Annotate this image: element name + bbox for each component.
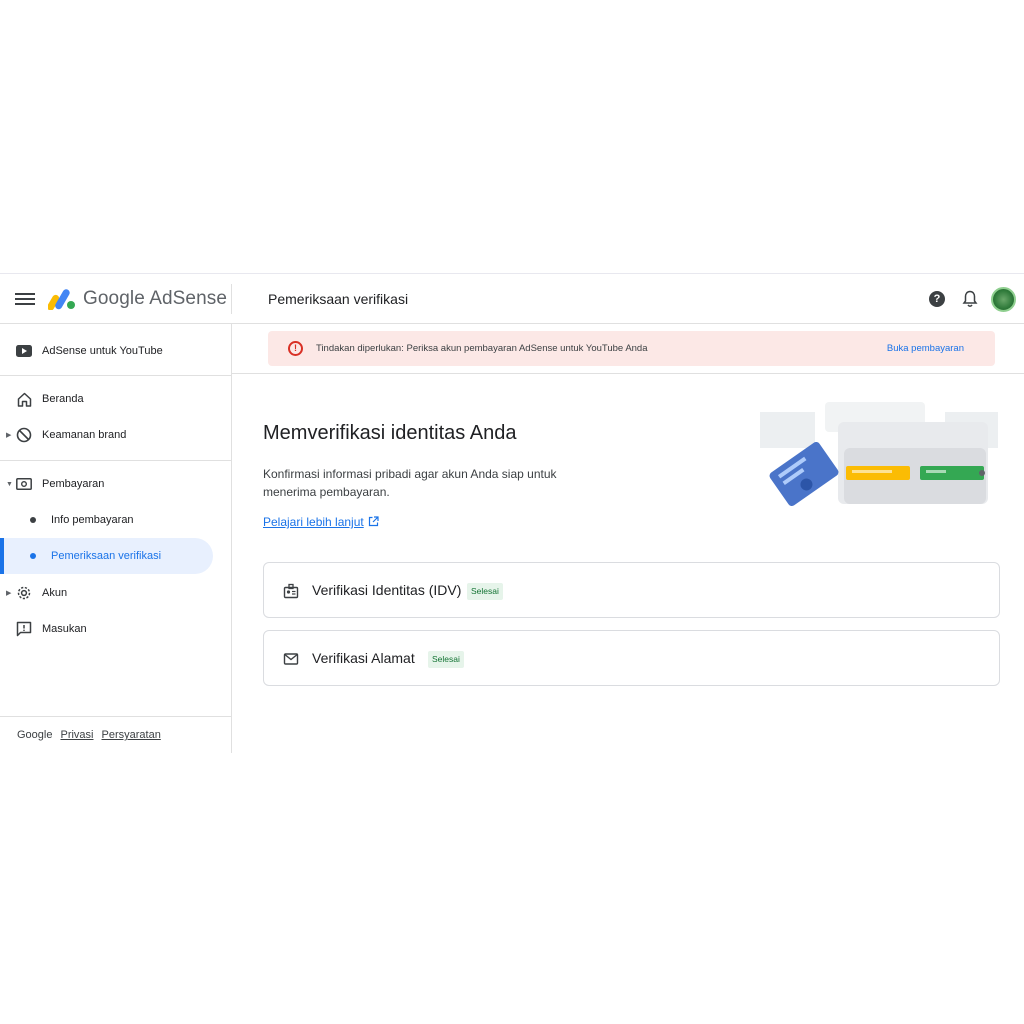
address-verification-card[interactable]: Verifikasi Alamat Selesai (263, 630, 1000, 686)
brand-google: Google (83, 288, 145, 309)
top-app-bar: Google AdSense Pemeriksaan verifikasi ? (0, 274, 1024, 324)
identity-verification-card[interactable]: Verifikasi Identitas (IDV) Selesai (263, 562, 1000, 618)
sidebar-item-pembayaran[interactable]: ▼ Pembayaran (0, 466, 213, 502)
hamburger-menu-icon[interactable] (15, 290, 35, 308)
sidebar-item-keamanan-brand[interactable]: ▶ Keamanan brand (0, 417, 213, 453)
help-icon[interactable]: ? (929, 291, 945, 307)
collapse-caret-icon[interactable]: ▼ (6, 481, 13, 488)
status-badge: Selesai (467, 583, 503, 600)
mail-icon (283, 653, 299, 665)
header-divider (231, 284, 232, 314)
error-icon: ! (288, 341, 303, 356)
open-payments-button[interactable]: Buka pembayaran (887, 343, 964, 354)
sidebar-item-label: Info pembayaran (51, 514, 134, 526)
notification-bell-icon[interactable] (962, 290, 978, 308)
sidebar-footer: Google Privasi Persyaratan (17, 729, 161, 741)
sidebar-item-adsense-youtube[interactable]: AdSense untuk YouTube (0, 333, 213, 369)
sidebar-item-beranda[interactable]: Beranda (0, 381, 213, 417)
sidebar-item-akun[interactable]: ▶ Akun (0, 575, 213, 611)
privacy-link[interactable]: Privasi (60, 729, 93, 741)
sidebar-item-label: Pembayaran (42, 478, 105, 490)
sidebar-item-label: Akun (42, 587, 68, 599)
gear-icon (16, 585, 32, 601)
action-required-banner: ! Tindakan diperlukan: Periksa akun pemb… (268, 331, 995, 366)
sidebar-divider (0, 460, 231, 461)
learn-more-label: Pelajari lebih lanjut (263, 515, 364, 529)
account-avatar[interactable] (991, 287, 1016, 312)
card-title: Verifikasi Alamat (312, 650, 415, 666)
verification-heading: Memverifikasi identitas Anda (263, 422, 517, 444)
sidebar-item-masukan[interactable]: Masukan (0, 611, 213, 647)
verification-description: Konfirmasi informasi pribadi agar akun A… (263, 467, 557, 499)
terms-link[interactable]: Persyaratan (102, 729, 161, 741)
sidebar-divider (0, 375, 231, 376)
active-indicator (0, 538, 4, 574)
identity-illustration (760, 402, 998, 507)
external-link-icon (368, 516, 379, 527)
banner-message: Tindakan diperlukan: Periksa akun pembay… (316, 343, 648, 354)
sidebar-item-pemeriksaan-verifikasi[interactable]: Pemeriksaan verifikasi (0, 538, 213, 574)
sidebar-item-label: Pemeriksaan verifikasi (51, 550, 162, 562)
footer-google: Google (17, 729, 53, 741)
youtube-icon (16, 343, 32, 359)
bullet-dot-icon (30, 517, 36, 523)
expand-caret-icon[interactable]: ▶ (6, 431, 11, 439)
page-title: Pemeriksaan verifikasi (268, 291, 409, 307)
sidebar: AdSense untuk YouTube Beranda ▶ Keamanan… (0, 324, 232, 753)
adsense-app: Google AdSense Pemeriksaan verifikasi ? … (0, 273, 1024, 753)
bullet-dot-icon (30, 553, 36, 559)
payments-icon (16, 476, 32, 492)
sidebar-item-label: Masukan (42, 623, 87, 635)
sidebar-item-label: Keamanan brand (42, 429, 127, 441)
id-badge-icon (283, 583, 299, 599)
feedback-icon (16, 621, 32, 637)
learn-more-link[interactable]: Pelajari lebih lanjut (263, 515, 379, 529)
adsense-logo-icon (48, 289, 75, 310)
brand-product: AdSense (149, 288, 228, 309)
brand-name: Google AdSense (83, 288, 227, 310)
sidebar-item-info-pembayaran[interactable]: Info pembayaran (0, 502, 213, 538)
sidebar-divider (0, 716, 231, 717)
card-title: Verifikasi Identitas (IDV) (312, 582, 462, 598)
banner-divider (232, 373, 1024, 374)
status-badge: Selesai (428, 651, 464, 668)
sidebar-item-label: Beranda (42, 393, 84, 405)
block-icon (16, 427, 32, 443)
sidebar-item-label: AdSense untuk YouTube (42, 345, 163, 357)
home-icon (16, 391, 32, 407)
expand-caret-icon[interactable]: ▶ (6, 589, 11, 597)
